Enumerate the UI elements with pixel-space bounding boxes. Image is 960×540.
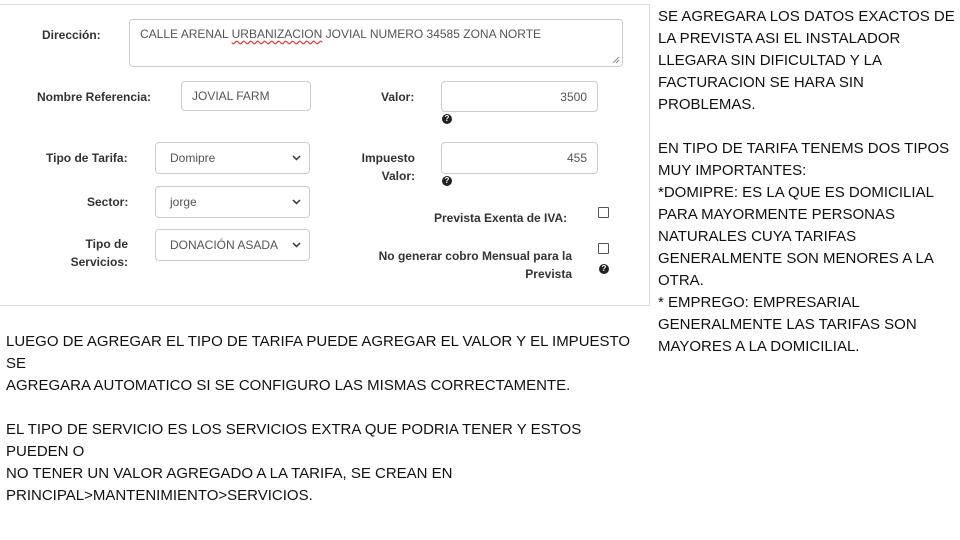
tipo-tarifa-select[interactable]: Domipre — [155, 142, 310, 174]
no-generar-cobro-checkbox[interactable] — [598, 243, 609, 254]
note-line: EL TIPO DE SERVICIO ES LOS SERVICIOS EXT… — [6, 421, 582, 460]
misspelled-word: URBANIZACION — [231, 27, 323, 41]
note-line: *DOMIPRE: ES LA QUE ES DOMICILIAL — [658, 184, 934, 201]
note-line: PRINCIPAL>MANTENIMIENTO>SERVICIOS. — [6, 487, 313, 504]
tipo-servicios-label: Tipo de Servicios: — [70, 237, 128, 269]
direccion-value: CALLE ARENAL URBANIZACION JOVIAL NUMERO … — [140, 27, 542, 41]
impuesto-valor-value: 455 — [566, 151, 587, 165]
sector-label: Sector: — [87, 195, 129, 209]
chevron-down-icon — [292, 199, 301, 205]
nombre-referencia-value: JOVIAL FARM — [192, 89, 270, 103]
note-line: AGREGARA AUTOMATICO SI SE CONFIGURO LAS … — [6, 377, 571, 394]
prevista-exenta-checkbox[interactable] — [598, 207, 609, 218]
impuesto-valor-label: Impuesto Valor: — [361, 151, 415, 183]
sector-select[interactable]: jorge — [155, 186, 310, 218]
note-line: LUEGO DE AGREGAR EL TIPO DE TARIFA PUEDE… — [6, 333, 631, 372]
note-line: * EMPREGO: EMPRESARIAL — [658, 294, 860, 311]
nombre-referencia-label: Nombre Referencia: — [37, 90, 152, 104]
note-line: PROBLEMAS. — [658, 96, 756, 113]
note-line: GENERALMENTE SON MENORES A LA — [658, 250, 934, 267]
impuesto-valor-input[interactable]: 455 — [441, 142, 598, 174]
direccion-textarea[interactable]: CALLE ARENAL URBANIZACION JOVIAL NUMERO … — [129, 19, 623, 67]
tipo-tarifa-value: Domipre — [170, 151, 216, 165]
note-line: NATURALES CUYA TARIFAS — [658, 228, 857, 245]
nombre-referencia-input[interactable]: JOVIAL FARM — [181, 81, 311, 111]
bottom-explanation-note: LUEGO DE AGREGAR EL TIPO DE TARIFA PUEDE… — [6, 331, 646, 507]
chevron-down-icon — [292, 242, 301, 248]
valor-input[interactable]: 3500 — [441, 81, 598, 112]
note-line: OTRA. — [658, 272, 704, 289]
valor-help-icon[interactable]: ? — [442, 114, 452, 124]
note-line: GENERALMENTE LAS TARIFAS SON — [658, 316, 917, 333]
note-line: MUY IMPORTANTES: — [658, 162, 807, 179]
note-line: LLEGARA SIN DIFICULTAD Y LA — [658, 52, 882, 69]
prevista-exenta-label: Prevista Exenta de IVA: — [434, 211, 568, 225]
tipo-tarifa-label: Tipo de Tarifa: — [46, 151, 128, 165]
note-line: MAYORES A LA DOMICILIAL. — [658, 338, 860, 355]
resize-handle-icon[interactable] — [612, 56, 620, 64]
tipo-servicios-value: DONACIÓN ASADA — [170, 238, 279, 252]
no-generar-cobro-label: No generar cobro Mensual para la Previst… — [378, 249, 572, 281]
valor-label: Valor: — [381, 90, 415, 104]
note-line — [658, 116, 958, 138]
impuesto-help-icon[interactable]: ? — [442, 176, 452, 186]
note-line: LA PREVISTA ASI EL INSTALADOR — [658, 30, 901, 47]
sector-value: jorge — [170, 195, 197, 209]
direccion-label: Dirección: — [42, 28, 101, 42]
no-generar-cobro-help-icon[interactable]: ? — [599, 264, 609, 274]
note-line: SE AGREGARA LOS DATOS EXACTOS DE — [658, 8, 955, 25]
chevron-down-icon — [292, 155, 301, 161]
tipo-servicios-select[interactable]: DONACIÓN ASADA — [155, 229, 310, 261]
right-explanation-note: SE AGREGARA LOS DATOS EXACTOS DE LA PREVI… — [658, 6, 958, 358]
note-line: EN TIPO DE TARIFA TENEMS DOS TIPOS — [658, 140, 950, 157]
note-line: NO TENER UN VALOR AGREGADO A LA TARIFA, … — [6, 465, 453, 482]
note-line: FACTURACION SE HARA SIN — [658, 74, 864, 91]
valor-value: 3500 — [560, 89, 587, 104]
note-line: PARA MAYORMENTE PERSONAS — [658, 206, 895, 223]
note-line — [6, 397, 646, 419]
prevista-form-panel: Dirección: CALLE ARENAL URBANIZACION JOV… — [0, 4, 650, 306]
